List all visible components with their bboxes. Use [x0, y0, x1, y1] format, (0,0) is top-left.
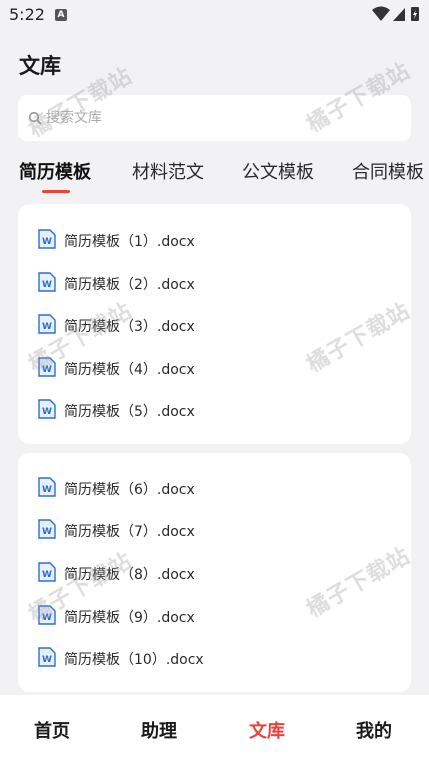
file-name: 简历模板（8）.docx	[64, 567, 195, 583]
file-item[interactable]: W 简历模板（10）.docx	[38, 645, 388, 671]
word-doc-icon: W	[38, 605, 56, 625]
svg-text:W: W	[42, 527, 52, 537]
svg-text:W: W	[42, 485, 52, 495]
tab-official-templates[interactable]: 公文模板	[242, 158, 314, 184]
file-name: 简历模板（9）.docx	[64, 610, 195, 626]
word-doc-icon: W	[38, 519, 56, 539]
svg-text:W: W	[42, 322, 52, 332]
svg-text:W: W	[42, 407, 52, 417]
svg-text:W: W	[42, 570, 52, 580]
notification-icon: A	[55, 9, 67, 21]
svg-text:W: W	[42, 365, 52, 375]
svg-text:W: W	[42, 280, 52, 290]
tab-contract-templates[interactable]: 合同模板	[352, 158, 424, 184]
svg-text:W: W	[42, 613, 52, 623]
file-name: 简历模板（4）.docx	[64, 362, 195, 378]
page-title: 文库	[19, 54, 61, 78]
word-doc-icon: W	[38, 647, 56, 667]
bottom-nav: 首页 助理 文库 我的	[0, 695, 429, 762]
word-doc-icon: W	[38, 314, 56, 334]
file-item[interactable]: W 简历模板（2）.docx	[38, 270, 388, 296]
word-doc-icon: W	[38, 272, 56, 292]
file-item[interactable]: W 简历模板（6）.docx	[38, 475, 388, 501]
svg-text:W: W	[42, 237, 52, 247]
app-screen: 5:22 A 文库 简历模板 材料范文 公文模板 合同模板 W	[0, 0, 429, 762]
nav-me[interactable]: 我的	[356, 717, 392, 743]
word-doc-icon: W	[38, 399, 56, 419]
file-item[interactable]: W 简历模板（7）.docx	[38, 517, 388, 543]
svg-text:W: W	[42, 655, 52, 665]
file-item[interactable]: W 简历模板（3）.docx	[38, 312, 388, 338]
file-item[interactable]: W 简历模板（4）.docx	[38, 355, 388, 381]
file-list-card: W 简历模板（6）.docx W 简历模板（7）.docx W 简历模板（8）.…	[18, 453, 411, 692]
tab-material-samples[interactable]: 材料范文	[132, 158, 204, 184]
file-name: 简历模板（1）.docx	[64, 234, 195, 250]
search-icon	[28, 111, 42, 125]
wifi-icon	[372, 6, 390, 21]
file-item[interactable]: W 简历模板（5）.docx	[38, 397, 388, 423]
file-name: 简历模板（5）.docx	[64, 404, 195, 420]
word-doc-icon: W	[38, 477, 56, 497]
file-item[interactable]: W 简历模板（1）.docx	[38, 227, 388, 253]
file-name: 简历模板（7）.docx	[64, 524, 195, 540]
file-name: 简历模板（10）.docx	[64, 652, 204, 668]
status-bar: 5:22 A	[0, 0, 429, 30]
search-box[interactable]	[18, 95, 411, 141]
category-tabs: 简历模板 材料范文 公文模板 合同模板	[0, 152, 429, 196]
file-name: 简历模板（3）.docx	[64, 319, 195, 335]
file-item[interactable]: W 简历模板（9）.docx	[38, 603, 388, 629]
word-doc-icon: W	[38, 562, 56, 582]
status-time: 5:22	[9, 5, 45, 24]
file-name: 简历模板（2）.docx	[64, 277, 195, 293]
search-input[interactable]	[46, 95, 396, 141]
file-item[interactable]: W 简历模板（8）.docx	[38, 560, 388, 586]
word-doc-icon: W	[38, 357, 56, 377]
signal-icon	[393, 8, 405, 21]
word-doc-icon: W	[38, 229, 56, 249]
active-tab-indicator	[42, 190, 70, 193]
nav-assistant[interactable]: 助理	[141, 717, 177, 743]
status-icons	[372, 6, 419, 21]
nav-library[interactable]: 文库	[249, 717, 285, 743]
file-list-card: W 简历模板（1）.docx W 简历模板（2）.docx W 简历模板（3）.…	[18, 204, 411, 444]
tab-resume-templates[interactable]: 简历模板	[19, 158, 91, 184]
file-name: 简历模板（6）.docx	[64, 482, 195, 498]
nav-home[interactable]: 首页	[34, 717, 70, 743]
